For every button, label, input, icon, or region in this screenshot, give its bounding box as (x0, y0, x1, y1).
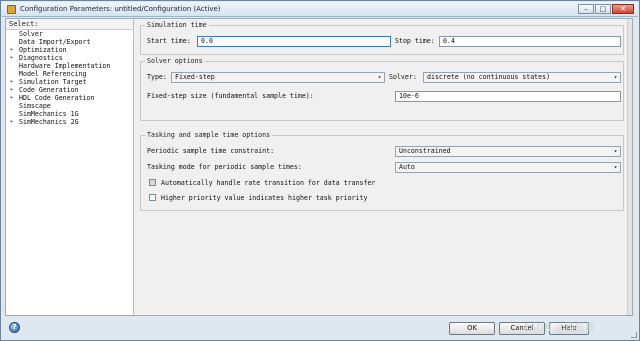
start-time-input[interactable]: 0.0 (197, 36, 391, 47)
expand-arrow-icon[interactable]: ▸ (10, 46, 18, 54)
higher-priority-label: Higher priority value indicates higher t… (161, 194, 368, 202)
tree-item-label: Solver (19, 30, 43, 38)
stop-time-label: Stop time: (395, 37, 435, 45)
tree-item[interactable]: Model Referencing (6, 70, 133, 78)
periodic-constraint-value: Unconstrained (399, 147, 451, 155)
tree-item[interactable]: Solver (6, 30, 133, 38)
tree-item[interactable]: ▸ Diagnostics (6, 54, 133, 62)
tree-item[interactable]: SimMechanics 1G (6, 110, 133, 118)
tasking-mode-select[interactable]: Auto ▾ (395, 162, 621, 173)
solver-type-value: Fixed-step (175, 73, 215, 81)
chevron-down-icon: ▾ (377, 74, 382, 81)
tree-header: Select: (6, 19, 133, 30)
auto-rate-transition-checkbox[interactable] (149, 179, 156, 186)
fixed-step-size-input[interactable]: 10e-6 (395, 91, 621, 102)
expand-arrow-icon[interactable]: ▸ (10, 118, 18, 126)
tasking-mode-value: Auto (399, 163, 415, 171)
tree-item-label: Code Generation (19, 86, 79, 94)
title-bar[interactable]: Configuration Parameters: untitled/Confi… (2, 2, 638, 17)
window-title: Configuration Parameters: untitled/Confi… (20, 5, 221, 13)
solver-select[interactable]: discrete (no continuous states) ▾ (423, 72, 621, 83)
ok-button[interactable]: OK (449, 322, 495, 335)
solver-options-group: Solver options Type: Fixed-step ▾ Solver… (140, 57, 624, 121)
solver-type-select[interactable]: Fixed-step ▾ (171, 72, 385, 83)
app-icon (7, 5, 16, 14)
settings-pane: Simulation time Start time: 0.0 Stop tim… (136, 19, 632, 315)
expand-arrow-icon[interactable]: ▸ (10, 54, 18, 62)
tree-item[interactable]: Hardware Implementation (6, 62, 133, 70)
tree-item[interactable]: Simscape (6, 102, 133, 110)
help-circle-icon[interactable]: ? (9, 322, 20, 333)
window-controls: – □ ✕ (578, 4, 634, 14)
tree-item[interactable]: ▸ Simulation Target (6, 78, 133, 86)
expand-arrow-icon[interactable]: ▸ (10, 94, 18, 102)
close-button[interactable]: ✕ (612, 4, 634, 14)
tree-item-label: Data Import/Export (19, 38, 91, 46)
tree-item[interactable]: ▸ Optimization (6, 46, 133, 54)
chevron-down-icon: ▾ (613, 74, 618, 81)
tree-item[interactable]: Data Import/Export (6, 38, 133, 46)
tree-item-label: SimMechanics 1G (19, 110, 79, 118)
tree-item-label: Optimization (19, 46, 67, 54)
resize-grip[interactable] (631, 332, 637, 338)
solver-value: discrete (no continuous states) (427, 73, 551, 81)
tree-item[interactable]: ▸ SimMechanics 2G (6, 118, 133, 126)
tree-items: Solver Data Import/Export ▸ Optimization ▸ Di… (6, 30, 133, 126)
periodic-constraint-label: Periodic sample time constraint: (147, 147, 275, 155)
expand-arrow-icon[interactable]: ▸ (10, 78, 18, 86)
chevron-down-icon: ▾ (613, 164, 618, 171)
tree-item-label: Hardware Implementation (19, 62, 111, 70)
tree-item-label: SimMechanics 2G (19, 118, 79, 126)
tasking-options-group: Tasking and sample time options Periodic… (140, 131, 624, 211)
maximize-button[interactable]: □ (595, 4, 611, 14)
tree-item-label: Simscape (19, 102, 51, 110)
tree-item-label: Diagnostics (19, 54, 63, 62)
expand-arrow-icon[interactable]: ▸ (10, 86, 18, 94)
configuration-window: Configuration Parameters: untitled/Confi… (0, 0, 640, 341)
solver-options-title: Solver options (145, 57, 205, 65)
dialog-body: Select: Solver Data Import/Export ▸ Optimiz… (5, 18, 633, 316)
tree-item[interactable]: ▸ Code Generation (6, 86, 133, 94)
tasking-options-title: Tasking and sample time options (145, 131, 273, 139)
minimize-button[interactable]: – (578, 4, 594, 14)
simulation-time-group: Simulation time Start time: 0.0 Stop tim… (140, 21, 624, 55)
solver-label: Solver: (389, 73, 417, 81)
tree-item-label: HDL Code Generation (19, 94, 95, 102)
start-time-label: Start time: (147, 37, 191, 45)
solver-type-label: Type: (147, 73, 167, 81)
vertical-scrollbar[interactable] (627, 19, 632, 315)
simulation-time-title: Simulation time (145, 21, 209, 29)
tasking-mode-label: Tasking mode for periodic sample times: (147, 163, 302, 171)
watermark: CSDN @扬辰豪 (523, 323, 595, 334)
tree-item[interactable]: ▸ HDL Code Generation (6, 94, 133, 102)
tree-item-label: Simulation Target (19, 78, 87, 86)
auto-rate-transition-label: Automatically handle rate transition for… (161, 179, 376, 187)
category-tree: Select: Solver Data Import/Export ▸ Optimiz… (6, 19, 134, 315)
chevron-down-icon: ▾ (613, 148, 618, 155)
fixed-step-size-label: Fixed-step size (fundamental sample time… (147, 92, 314, 100)
tree-item-label: Model Referencing (19, 70, 87, 78)
stop-time-input[interactable]: 0.4 (439, 36, 621, 47)
periodic-constraint-select[interactable]: Unconstrained ▾ (395, 146, 621, 157)
higher-priority-checkbox[interactable] (149, 194, 156, 201)
